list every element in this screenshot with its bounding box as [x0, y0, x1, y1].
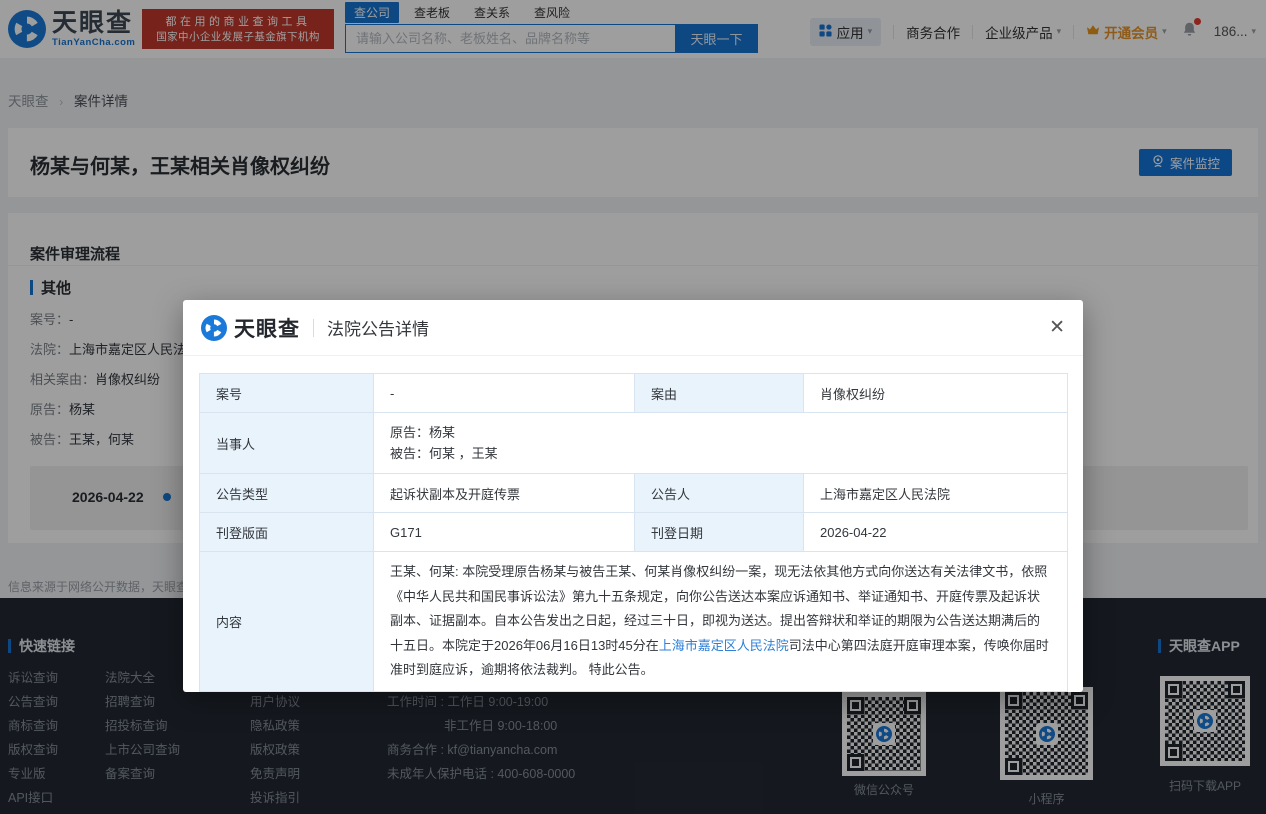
- cause-value: 肖像权纠纷: [804, 374, 1068, 413]
- court-link[interactable]: 上海市嘉定区人民法院: [659, 638, 789, 653]
- modal-body: 案号 - 案由 肖像权纠纷 当事人 原告：杨某 被告：何某 ，王某 公告类型 起…: [183, 356, 1083, 709]
- case-no-value: -: [374, 374, 635, 413]
- content-label: 内容: [200, 552, 374, 692]
- publish-page-label: 刊登版面: [200, 513, 374, 552]
- publish-date-value: 2026-04-22: [804, 513, 1068, 552]
- table-row: 内容 王某、何某: 本院受理原告杨某与被告王某、何某肖像权纠纷一案，现无法依其他…: [200, 552, 1068, 692]
- table-row: 公告类型 起诉状副本及开庭传票 公告人 上海市嘉定区人民法院: [200, 474, 1068, 513]
- publish-date-label: 刊登日期: [635, 513, 804, 552]
- table-row: 案号 - 案由 肖像权纠纷: [200, 374, 1068, 413]
- modal-brand-logo: 天眼查: [201, 313, 300, 343]
- announcement-type-value: 起诉状副本及开庭传票: [374, 474, 635, 513]
- court-announcement-modal: 天眼查 法院公告详情 ✕ 案号 - 案由 肖像权纠纷 当事人 原告：杨某 被告：…: [183, 300, 1083, 692]
- modal-title-divider: [313, 319, 314, 337]
- announcer-label: 公告人: [635, 474, 804, 513]
- content-value: 王某、何某: 本院受理原告杨某与被告王某、何某肖像权纠纷一案，现无法依其他方式向…: [374, 552, 1068, 692]
- close-icon[interactable]: ✕: [1049, 318, 1065, 337]
- party-plaintiff: 原告：杨某: [390, 422, 1051, 443]
- publish-page-value: G171: [374, 513, 635, 552]
- modal-title: 法院公告详情: [327, 315, 429, 340]
- modal-header: 天眼查 法院公告详情 ✕: [183, 300, 1083, 356]
- party-defendant: 被告：何某 ，王某: [390, 443, 1051, 464]
- party-label: 当事人: [200, 413, 374, 474]
- table-row: 刊登版面 G171 刊登日期 2026-04-22: [200, 513, 1068, 552]
- table-row: 当事人 原告：杨某 被告：何某 ，王某: [200, 413, 1068, 474]
- announcer-value: 上海市嘉定区人民法院: [804, 474, 1068, 513]
- party-value: 原告：杨某 被告：何某 ，王某: [374, 413, 1068, 474]
- case-no-label: 案号: [200, 374, 374, 413]
- cause-label: 案由: [635, 374, 804, 413]
- announcement-table: 案号 - 案由 肖像权纠纷 当事人 原告：杨某 被告：何某 ，王某 公告类型 起…: [199, 373, 1068, 692]
- modal-brand-name: 天眼查: [234, 313, 300, 343]
- announcement-type-label: 公告类型: [200, 474, 374, 513]
